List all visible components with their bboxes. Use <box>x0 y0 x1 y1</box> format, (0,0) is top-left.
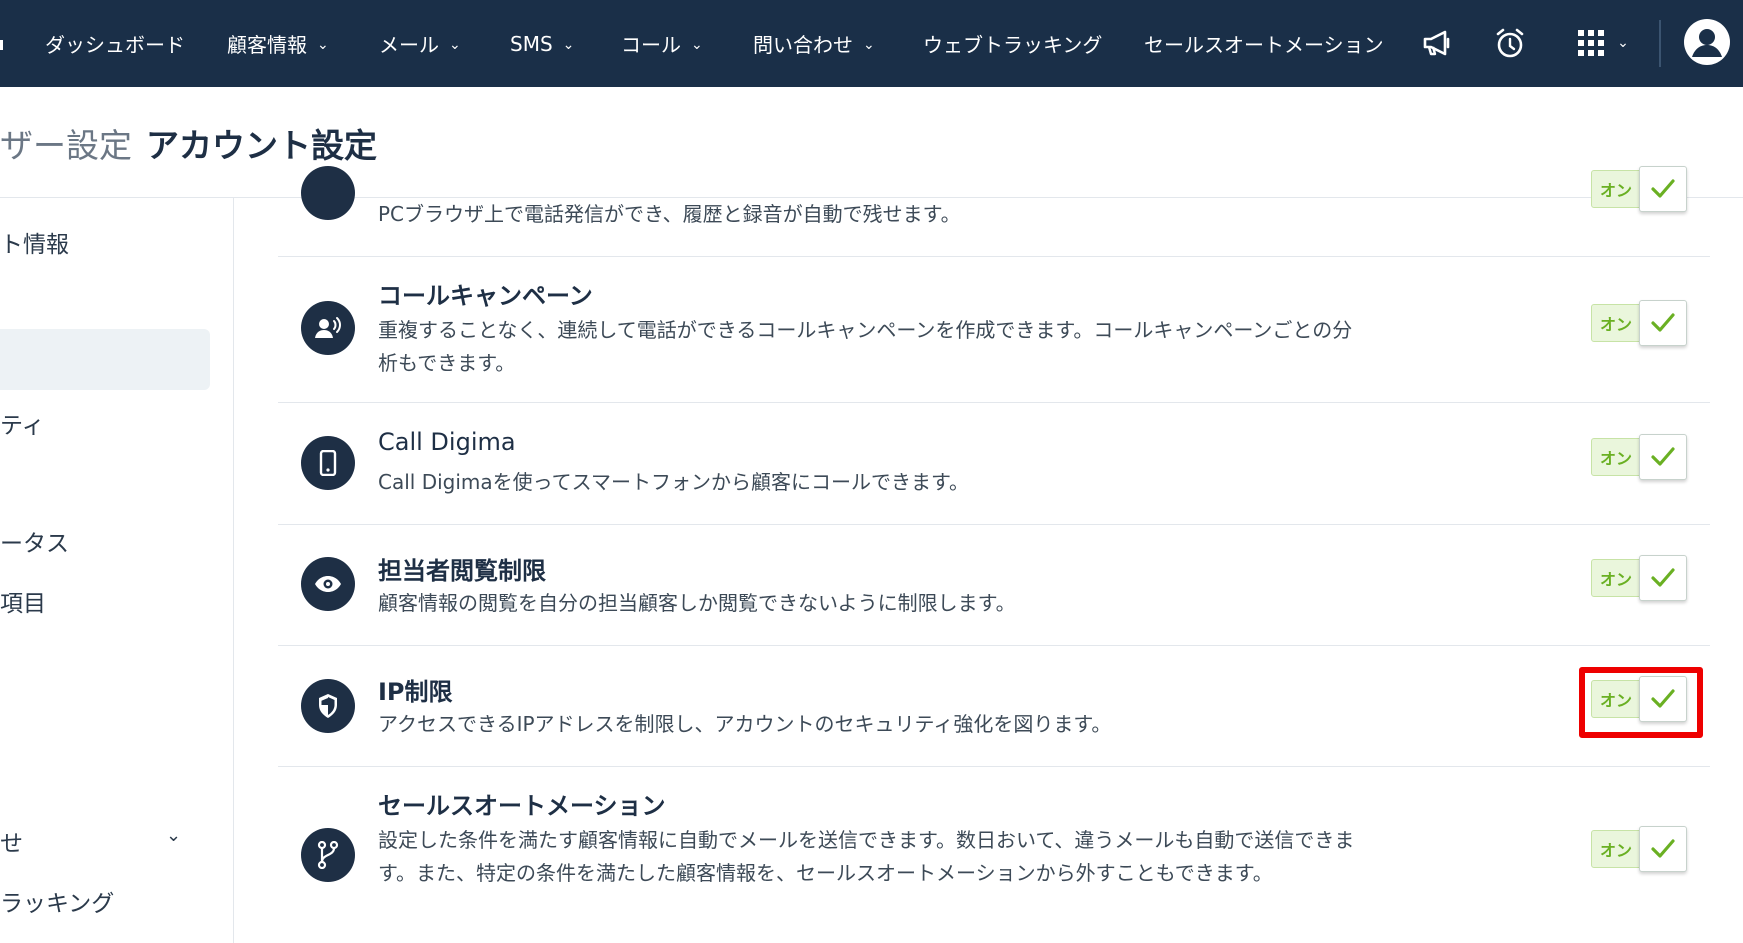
nav-item-label: ダッシュボード <box>45 33 185 57</box>
toggle-on-label: オン <box>1591 438 1641 476</box>
feature-description: 設定した条件を満たす顧客情報に自動でメールを送信できます。数日おいて、違うメール… <box>378 828 1355 885</box>
nav-item-mail[interactable]: メール ⌄ <box>379 0 461 87</box>
checkmark-icon <box>1639 166 1687 212</box>
chevron-down-icon: ⌄ <box>863 36 875 53</box>
chevron-down-icon: ⌄ <box>449 36 461 53</box>
nav-item-label: ウェブトラッキング <box>923 33 1103 57</box>
eye-icon <box>301 557 355 611</box>
sidebar-item-web-tracking[interactable]: ラッキング <box>0 884 114 918</box>
checkmark-icon <box>1639 555 1687 601</box>
feature-title: Call Digima <box>378 428 516 456</box>
feature-toggle[interactable]: オン <box>1591 555 1687 601</box>
toggle-on-label: オン <box>1591 559 1641 597</box>
megaphone-icon[interactable] <box>1417 23 1457 63</box>
sidebar-item-status[interactable]: ータス <box>0 524 69 558</box>
sidebar-item-fields[interactable]: 項目 <box>0 584 46 618</box>
chevron-down-icon: ⌄ <box>691 36 703 53</box>
shield-icon <box>301 679 355 733</box>
checkmark-icon <box>1639 826 1687 872</box>
checkmark-icon <box>1639 300 1687 346</box>
nav-item-label: コール <box>621 33 681 57</box>
nav-item-call[interactable]: コール ⌄ <box>621 0 703 87</box>
page-title: アカウント設定 <box>146 126 377 165</box>
feature-description: 重複することなく、連続して電話ができるコールキャンペーンを作成できます。コールキ… <box>378 318 1353 375</box>
feature-title: コールキャンペーン <box>378 282 593 310</box>
nav-divider <box>1659 20 1661 67</box>
nav-item-label: セールスオートメーション <box>1144 33 1384 57</box>
sidebar-item-inquiry[interactable]: せ <box>0 824 23 858</box>
toggle-on-label: オン <box>1591 170 1641 208</box>
feature-toggle[interactable]: オン <box>1591 166 1687 212</box>
nav-item-dashboard[interactable]: ダッシュボード <box>45 0 185 87</box>
feature-toggle[interactable]: オン <box>1591 300 1687 346</box>
nav-item-label: メール <box>379 33 439 57</box>
feature-description: アクセスできるIPアドレスを制限し、アカウントのセキュリティ強化を図ります。 <box>378 712 1112 736</box>
chevron-down-icon: ⌄ <box>562 36 575 53</box>
feature-title: セールスオートメーション <box>378 792 666 820</box>
feature-row-view-restriction: 担当者閲覧制限 顧客情報の閲覧を自分の担当顧客しか閲覧できないように制限します。… <box>278 524 1710 646</box>
apps-grid-icon[interactable] <box>1571 23 1611 63</box>
feature-row-web-call: PCブラウザ上で電話発信ができ、履歴と録音が自動で残せます。 オン <box>278 166 1710 257</box>
feature-description: 顧客情報の閲覧を自分の担当顧客しか閲覧できないように制限します。 <box>378 591 1016 615</box>
nav-item-inquiry[interactable]: 問い合わせ ⌄ <box>753 0 875 87</box>
feature-row-call-digima: Call Digima Call Digimaを使ってスマートフォンから顧客にコ… <box>278 402 1710 525</box>
chevron-down-icon[interactable]: ⌄ <box>1611 23 1635 63</box>
feature-toggle[interactable]: オン <box>1591 434 1687 480</box>
page-header: ザー設定 アカウント設定 <box>0 87 1743 198</box>
nav-item-web-tracking[interactable]: ウェブトラッキング <box>923 0 1102 87</box>
chevron-down-icon[interactable]: ⌄ <box>166 825 181 846</box>
phone-icon <box>301 166 355 220</box>
alarm-clock-icon[interactable] <box>1490 23 1530 63</box>
settings-sidebar: ト情報 ティ ータス 項目 せ ⌄ ラッキング <box>0 198 234 943</box>
feature-title: IP制限 <box>378 678 453 706</box>
feature-toggle[interactable]: オン <box>1591 826 1687 872</box>
chevron-down-icon: ⌄ <box>317 36 329 53</box>
nav-item-sms[interactable]: SMS ⌄ <box>510 0 574 87</box>
breadcrumb-user-settings[interactable]: ザー設定 <box>0 119 132 167</box>
feature-title: 担当者閲覧制限 <box>378 557 546 585</box>
sidebar-item-security[interactable]: ティ <box>0 406 45 440</box>
nav-edge-fragment <box>0 40 3 50</box>
toggle-on-label: オン <box>1591 830 1641 868</box>
nav-item-sales-automation[interactable]: セールスオートメーション <box>1144 0 1384 87</box>
branch-icon <box>301 828 355 882</box>
user-avatar-icon[interactable] <box>1683 18 1731 66</box>
top-navigation-bar: ダッシュボード 顧客情報 ⌄ メール ⌄ SMS ⌄ コール ⌄ 問い合わせ ⌄… <box>0 0 1743 87</box>
sidebar-item-active[interactable] <box>0 329 210 390</box>
feature-description: Call Digimaを使ってスマートフォンから顧客にコールできます。 <box>378 470 970 494</box>
feature-row-ip-restriction: IP制限 アクセスできるIPアドレスを制限し、アカウントのセキュリティ強化を図り… <box>278 645 1710 767</box>
feature-row-sales-automation: セールスオートメーション 設定した条件を満たす顧客情報に自動でメールを送信できま… <box>278 766 1710 943</box>
sidebar-item-account-info[interactable]: ト情報 <box>0 225 69 259</box>
nav-item-label: 顧客情報 <box>227 33 307 57</box>
checkmark-icon <box>1639 434 1687 480</box>
nav-item-label: SMS <box>510 31 553 56</box>
nav-item-customers[interactable]: 顧客情報 ⌄ <box>227 0 329 87</box>
feature-row-call-campaign: コールキャンペーン 重複することなく、連続して電話ができるコールキャンペーンを作… <box>278 256 1710 403</box>
smartphone-icon <box>301 436 355 490</box>
toggle-on-label: オン <box>1591 304 1641 342</box>
nav-item-label: 問い合わせ <box>753 33 853 57</box>
call-campaign-icon <box>301 301 355 355</box>
highlight-box <box>1579 667 1703 738</box>
feature-description: PCブラウザ上で電話発信ができ、履歴と録音が自動で残せます。 <box>378 202 961 226</box>
